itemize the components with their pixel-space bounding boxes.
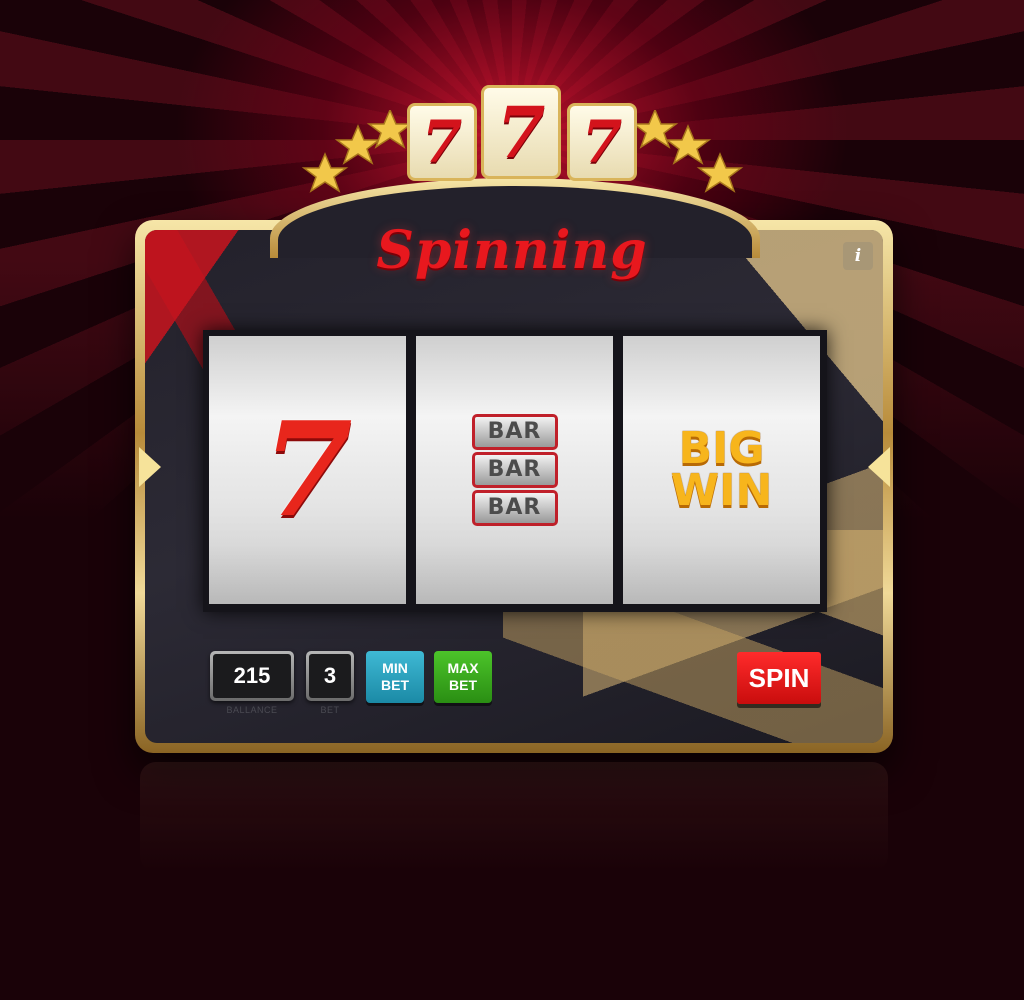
bet-label: BET [320,705,340,715]
min-bet-label-line1: MIN [382,660,408,676]
bar-symbol: BAR [471,414,558,450]
max-bet-label-line1: MAX [447,660,479,676]
big-win-symbol-icon: BIG WIN [671,423,773,513]
star-icon [301,152,349,193]
reel-1: 7 [209,336,406,604]
info-icon: i [854,246,862,266]
max-bet-button[interactable]: MAX BET [434,651,492,703]
logo-777: 7 7 7 [405,85,637,185]
machine-reflection [140,762,888,872]
spin-button[interactable]: SPIN [737,652,821,704]
min-bet-label-line2: BET [381,677,409,693]
reels-window: 7 BAR BAR BAR BIG WIN [203,330,827,612]
info-button[interactable]: i [843,242,873,270]
min-bet-button[interactable]: MIN BET [366,651,424,703]
bet-display: 3 [306,651,354,701]
right-arrow-icon [868,447,890,487]
star-icon [696,152,744,193]
left-arrow-icon [139,447,161,487]
big-win-line-1: BIG [678,423,765,475]
star-icon [334,124,382,165]
balance-value: 215 [213,654,291,698]
reel-2: BAR BAR BAR [416,336,613,604]
bar-symbol: BAR [471,452,558,488]
star-icon [664,124,712,165]
logo-digit-left: 7 [407,103,477,181]
reel-3: BIG WIN [623,336,820,604]
logo-digit-right: 7 [567,103,637,181]
balance-display: 215 [210,651,294,701]
bet-value: 3 [309,654,351,698]
logo-digit-center: 7 [481,85,561,179]
balance-label: BALLANCE [226,705,278,715]
max-bet-label-line2: BET [449,677,477,693]
